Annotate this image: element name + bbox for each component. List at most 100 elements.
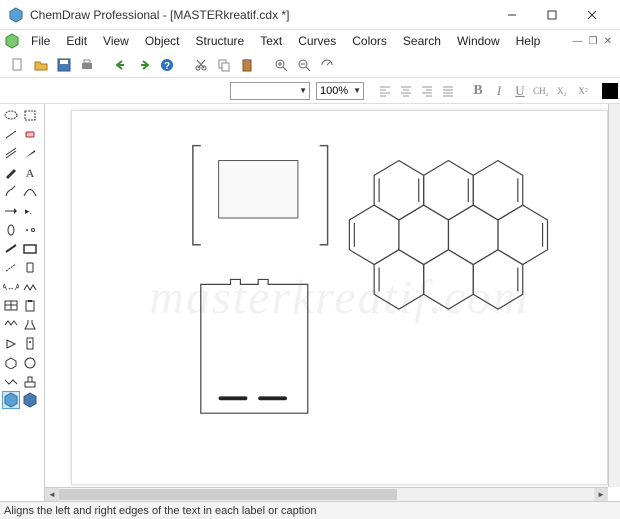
open-button[interactable]	[31, 55, 51, 75]
zoom-out-button[interactable]	[294, 55, 314, 75]
align-right-button[interactable]	[418, 82, 436, 100]
align-left-button[interactable]	[376, 82, 394, 100]
formula-button[interactable]: CH₂	[532, 82, 550, 100]
scroll-left-icon[interactable]: ◄	[45, 488, 59, 501]
lasso-tool[interactable]	[2, 106, 20, 124]
svg-text:▸.: ▸.	[25, 206, 32, 216]
copy-button[interactable]	[214, 55, 234, 75]
table-tool[interactable]	[2, 296, 20, 314]
align-justify-button[interactable]	[439, 82, 457, 100]
chemical-symbol-tool[interactable]	[21, 220, 39, 238]
menu-file[interactable]: File	[24, 32, 57, 50]
ring-tool[interactable]	[21, 353, 39, 371]
dropdown-tool[interactable]: ▸.	[21, 201, 39, 219]
hexagon-tool[interactable]	[2, 353, 20, 371]
flask-tool[interactable]	[21, 315, 39, 333]
italic-button[interactable]: I	[490, 82, 508, 100]
multi-bond-tool[interactable]	[2, 144, 20, 162]
menu-curves[interactable]: Curves	[291, 32, 343, 50]
horizontal-scrollbar[interactable]: ◄ ►	[45, 487, 608, 501]
zoom-combo[interactable]: 100% ▼	[316, 82, 364, 100]
stamp-tool[interactable]	[21, 372, 39, 390]
menu-text[interactable]: Text	[253, 32, 289, 50]
canvas-container: masterkreatif.com ◄ ►	[44, 104, 620, 501]
app-icon	[8, 7, 24, 23]
zoom-value: 100%	[320, 85, 348, 97]
underline-button[interactable]: U	[511, 82, 529, 100]
mdi-minimize-icon[interactable]: —	[573, 36, 583, 47]
svg-text:A↔A: A↔A	[3, 283, 19, 292]
redo-button[interactable]	[134, 55, 154, 75]
zoom-in-button[interactable]	[271, 55, 291, 75]
window-controls	[492, 1, 612, 29]
status-text: Aligns the left and right edges of the t…	[4, 505, 316, 517]
maximize-button[interactable]	[532, 1, 572, 29]
wedge-tool[interactable]	[21, 144, 39, 162]
chevron-down-icon: ▼	[353, 86, 361, 95]
marquee-tool[interactable]	[21, 106, 39, 124]
orbital-tool[interactable]	[2, 220, 20, 238]
undo-button[interactable]	[111, 55, 131, 75]
rect-tool[interactable]	[21, 239, 39, 257]
format-toolbar: ▼ 100% ▼ B I U CH₂ X₂ X²	[0, 78, 620, 104]
menu-object[interactable]: Object	[138, 32, 187, 50]
pen-tool[interactable]	[2, 163, 20, 181]
bold-button[interactable]: B	[469, 82, 487, 100]
tlc-tool[interactable]	[21, 334, 39, 352]
align-center-button[interactable]	[397, 82, 415, 100]
menu-colors[interactable]: Colors	[345, 32, 394, 50]
text-tool[interactable]: A	[21, 163, 39, 181]
help-button[interactable]: ?	[157, 55, 177, 75]
mdi-restore-icon[interactable]: ❐	[589, 36, 598, 47]
menu-view[interactable]: View	[96, 32, 136, 50]
zoom-fit-button[interactable]	[317, 55, 337, 75]
paste-button[interactable]	[237, 55, 257, 75]
subscript-button[interactable]: X₂	[553, 82, 571, 100]
minimize-button[interactable]	[492, 1, 532, 29]
menu-structure[interactable]: Structure	[189, 32, 252, 50]
template-cube-tool[interactable]	[21, 391, 39, 409]
bond-tool[interactable]	[2, 125, 20, 143]
template-hexagon-tool[interactable]	[2, 391, 20, 409]
print-button[interactable]	[77, 55, 97, 75]
cut-button[interactable]	[191, 55, 211, 75]
scroll-thumb[interactable]	[59, 489, 397, 500]
mdi-close-icon[interactable]: ✕	[604, 36, 612, 47]
atom-label-tool[interactable]: A↔A	[2, 277, 20, 295]
curve-tool[interactable]	[21, 182, 39, 200]
chevron-down-icon: ▼	[299, 86, 307, 95]
mdi-controls: — ❐ ✕	[573, 36, 620, 47]
title-bar: ChemDraw Professional - [MASTERkreatif.c…	[0, 0, 620, 30]
clipboard-tool[interactable]	[21, 296, 39, 314]
doc-icon	[4, 33, 20, 49]
alignment-group	[376, 82, 457, 100]
brush-tool[interactable]	[2, 182, 20, 200]
work-area: A ▸. A↔A	[0, 104, 620, 501]
svg-text:A: A	[26, 166, 35, 179]
zig-tool[interactable]	[2, 372, 20, 390]
close-button[interactable]	[572, 1, 612, 29]
tool-palette: A ▸. A↔A	[0, 104, 44, 501]
font-combo[interactable]: ▼	[230, 82, 310, 100]
scroll-right-icon[interactable]: ►	[594, 488, 608, 501]
save-button[interactable]	[54, 55, 74, 75]
solid-bond-tool[interactable]	[2, 239, 20, 257]
superscript-button[interactable]: X²	[574, 82, 592, 100]
drawing-canvas[interactable]: masterkreatif.com	[71, 110, 608, 485]
play-tool[interactable]	[2, 334, 20, 352]
menu-edit[interactable]: Edit	[59, 32, 94, 50]
menu-window[interactable]: Window	[450, 32, 507, 50]
dashed-bond-tool[interactable]	[2, 258, 20, 276]
menu-help[interactable]: Help	[509, 32, 548, 50]
bracket-tool[interactable]	[21, 258, 39, 276]
menu-bar: File Edit View Object Structure Text Cur…	[0, 30, 620, 52]
acyclic-tool[interactable]	[2, 315, 20, 333]
arrow-tool[interactable]	[2, 201, 20, 219]
svg-text:?: ?	[164, 61, 170, 72]
menu-search[interactable]: Search	[396, 32, 448, 50]
new-doc-button[interactable]	[8, 55, 28, 75]
text-color-button[interactable]	[602, 83, 618, 99]
eraser-tool[interactable]	[21, 125, 39, 143]
chain-tool[interactable]	[21, 277, 39, 295]
vertical-scrollbar[interactable]	[608, 104, 620, 487]
